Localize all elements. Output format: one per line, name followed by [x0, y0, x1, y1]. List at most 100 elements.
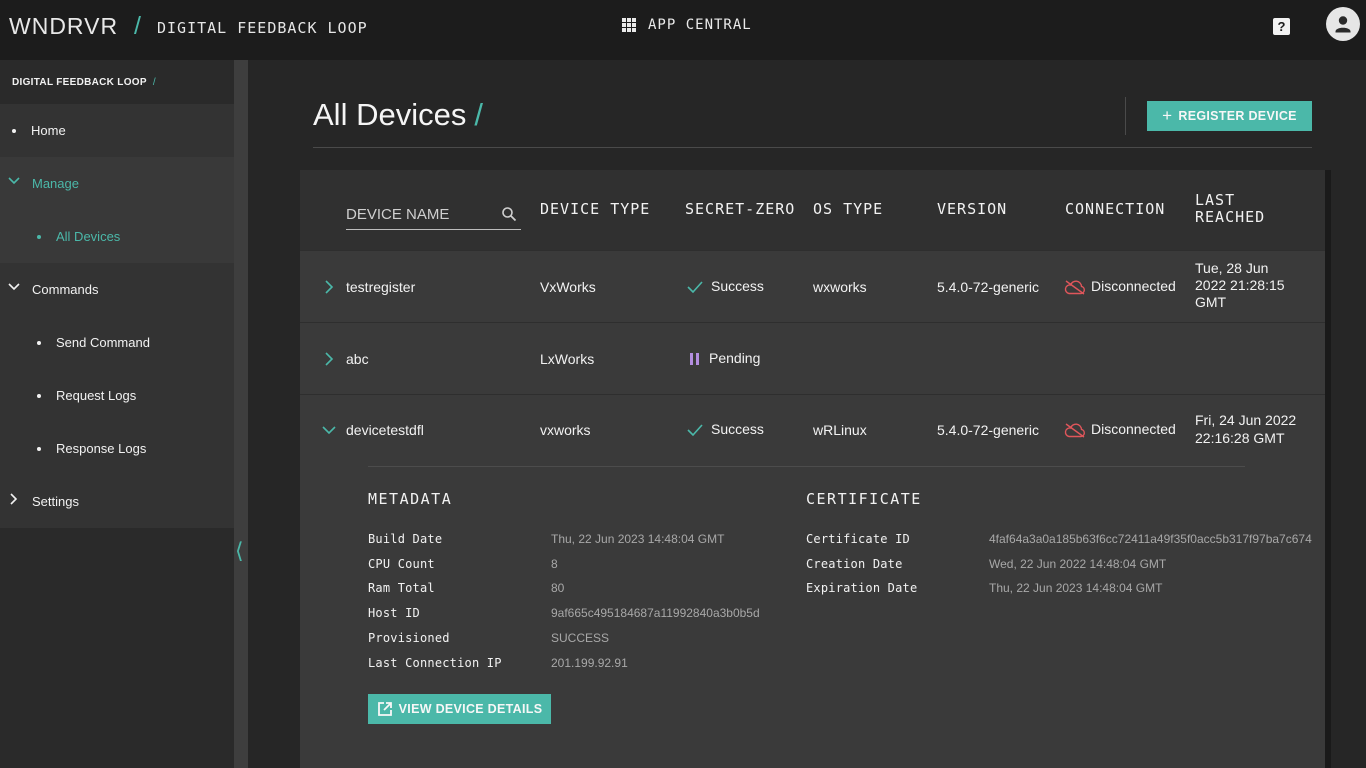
sidebar-item-manage[interactable]: Manage	[0, 157, 234, 210]
secret-zero-status: Pending	[689, 350, 760, 366]
bullet-icon	[37, 394, 41, 398]
sidebar-item-commands[interactable]: Commands	[0, 263, 234, 316]
sidebar-item-request-logs[interactable]: Request Logs	[0, 369, 234, 422]
brand-logo[interactable]: WNDRVR	[9, 13, 118, 40]
last-connection-ip-label: Last Connection IP	[368, 656, 502, 670]
provisioned-label: Provisioned	[368, 631, 450, 645]
device-name-search	[346, 200, 521, 230]
table-row[interactable]: devicetestdfl vxworks Success wRLinux 5.…	[300, 394, 1325, 466]
bullet-icon	[37, 235, 41, 239]
last-reached-line2: 2022 21:28:15	[1195, 277, 1285, 293]
page-title-text: All Devices	[313, 97, 467, 132]
connection-text: Disconnected	[1091, 421, 1176, 437]
last-reached-line1: Tue, 28 Jun	[1195, 260, 1269, 276]
plus-icon: +	[1162, 106, 1173, 125]
sidebar-item-label: Home	[31, 123, 66, 138]
pause-icon	[690, 353, 699, 366]
build-date-value: Thu, 22 Jun 2023 14:48:04 GMT	[551, 532, 725, 546]
connection-status: Disconnected	[1064, 278, 1176, 295]
creation-date-label: Creation Date	[806, 557, 903, 571]
devices-table: DEVICE TYPE SECRET-ZERO OS TYPE VERSION …	[300, 170, 1325, 768]
last-reached-line2: 22:16:28 GMT	[1195, 430, 1285, 446]
secret-zero-status: Success	[687, 421, 764, 437]
connection-status: Disconnected	[1064, 421, 1176, 438]
metadata-title: METADATA	[368, 490, 453, 508]
sidebar-item-label: Send Command	[56, 335, 150, 350]
app-name: DIGITAL FEEDBACK LOOP	[157, 19, 368, 37]
provisioned-value: SUCCESS	[551, 631, 610, 645]
sidebar-collapse-rail[interactable]	[234, 60, 248, 768]
app-central-button[interactable]: APP CENTRAL	[622, 17, 752, 33]
detail-divider	[368, 466, 1245, 467]
cloud-off-icon	[1064, 423, 1085, 438]
chevron-right-icon[interactable]	[322, 352, 336, 366]
version: 5.4.0-72-generic	[937, 279, 1039, 295]
device-type: LxWorks	[540, 351, 595, 367]
title-divider	[313, 147, 1312, 148]
cpu-count-value: 8	[551, 557, 558, 571]
os-type: wxworks	[813, 279, 867, 295]
sidebar-item-label: All Devices	[56, 229, 121, 244]
sidebar-item-all-devices[interactable]: All Devices	[0, 210, 234, 263]
device-name: devicetestdfl	[346, 422, 424, 438]
app-central-label: APP CENTRAL	[648, 17, 752, 33]
chevron-right-icon	[10, 493, 18, 505]
chevron-down-icon	[8, 283, 20, 291]
chevron-left-icon[interactable]: ⟨	[235, 536, 247, 566]
apps-grid-icon	[622, 18, 636, 32]
view-device-details-label: VIEW DEVICE DETAILS	[398, 702, 543, 716]
register-device-label: REGISTER DEVICE	[1178, 109, 1297, 123]
os-type: wRLinux	[813, 422, 867, 438]
last-reached: Fri, 24 Jun 2022 22:16:28 GMT	[1195, 411, 1296, 447]
chevron-down-icon	[8, 177, 20, 185]
cpu-count-label: CPU Count	[368, 557, 435, 571]
column-device-type[interactable]: DEVICE TYPE	[540, 200, 650, 218]
search-input[interactable]	[346, 202, 496, 226]
secret-zero-status: Success	[687, 278, 764, 294]
search-icon[interactable]	[501, 206, 517, 222]
chevron-down-icon[interactable]	[322, 423, 336, 437]
creation-date-value: Wed, 22 Jun 2022 14:48:04 GMT	[989, 557, 1167, 571]
header-divider	[1125, 97, 1126, 135]
host-id-value: 9af665c495184687a11992840a3b0b5d	[551, 606, 760, 620]
bullet-icon	[12, 129, 16, 133]
sidebar-item-label: Response Logs	[56, 441, 147, 456]
column-last-reached[interactable]: LAST REACHED	[1195, 192, 1265, 226]
expiration-date-label: Expiration Date	[806, 581, 918, 595]
host-id-label: Host ID	[368, 606, 420, 620]
user-icon	[1335, 16, 1351, 33]
ram-total-label: Ram Total	[368, 581, 435, 595]
sidebar-breadcrumb-label: DIGITAL FEEDBACK LOOP	[12, 77, 147, 88]
table-row[interactable]: abc LxWorks Pending	[300, 322, 1325, 394]
brand-separator: /	[134, 12, 141, 40]
column-secret-zero[interactable]: SECRET-ZERO	[685, 200, 795, 218]
check-icon	[687, 281, 703, 294]
view-device-details-button[interactable]: VIEW DEVICE DETAILS	[368, 694, 551, 724]
sidebar-item-send-command[interactable]: Send Command	[0, 316, 234, 369]
avatar[interactable]	[1326, 7, 1360, 41]
secret-zero-text: Success	[711, 278, 764, 294]
certificate-id-value: 4faf64a3a0a185b63f6cc72411a49f35f0acc5b3…	[989, 532, 1312, 546]
certificate-title: CERTIFICATE	[806, 490, 922, 508]
column-last-reached-line2: REACHED	[1195, 208, 1266, 226]
sidebar-breadcrumb: DIGITAL FEEDBACK LOOP /	[12, 77, 156, 88]
register-device-button[interactable]: + REGISTER DEVICE	[1147, 101, 1312, 131]
sidebar-item-label: Request Logs	[56, 388, 137, 403]
column-version[interactable]: VERSION	[937, 200, 1007, 218]
last-connection-ip-value: 201.199.92.91	[551, 656, 628, 670]
cloud-off-icon	[1064, 280, 1085, 295]
last-reached-line3: GMT	[1195, 294, 1227, 310]
column-connection[interactable]: CONNECTION	[1065, 200, 1165, 218]
table-row[interactable]: testregister VxWorks Success wxworks 5.4…	[300, 250, 1325, 322]
build-date-label: Build Date	[368, 532, 443, 546]
sidebar-item-settings[interactable]: Settings	[0, 475, 234, 528]
last-reached-line1: Fri, 24 Jun 2022	[1195, 412, 1297, 428]
ram-total-value: 80	[551, 581, 565, 595]
chevron-right-icon[interactable]	[322, 280, 336, 294]
column-os-type[interactable]: OS TYPE	[813, 200, 883, 218]
connection-text: Disconnected	[1091, 278, 1176, 294]
last-reached: Tue, 28 Jun 2022 21:28:15 GMT	[1195, 260, 1285, 311]
sidebar-item-home[interactable]: Home	[0, 104, 234, 157]
sidebar-item-response-logs[interactable]: Response Logs	[0, 422, 234, 475]
help-icon[interactable]: ?	[1273, 18, 1290, 35]
